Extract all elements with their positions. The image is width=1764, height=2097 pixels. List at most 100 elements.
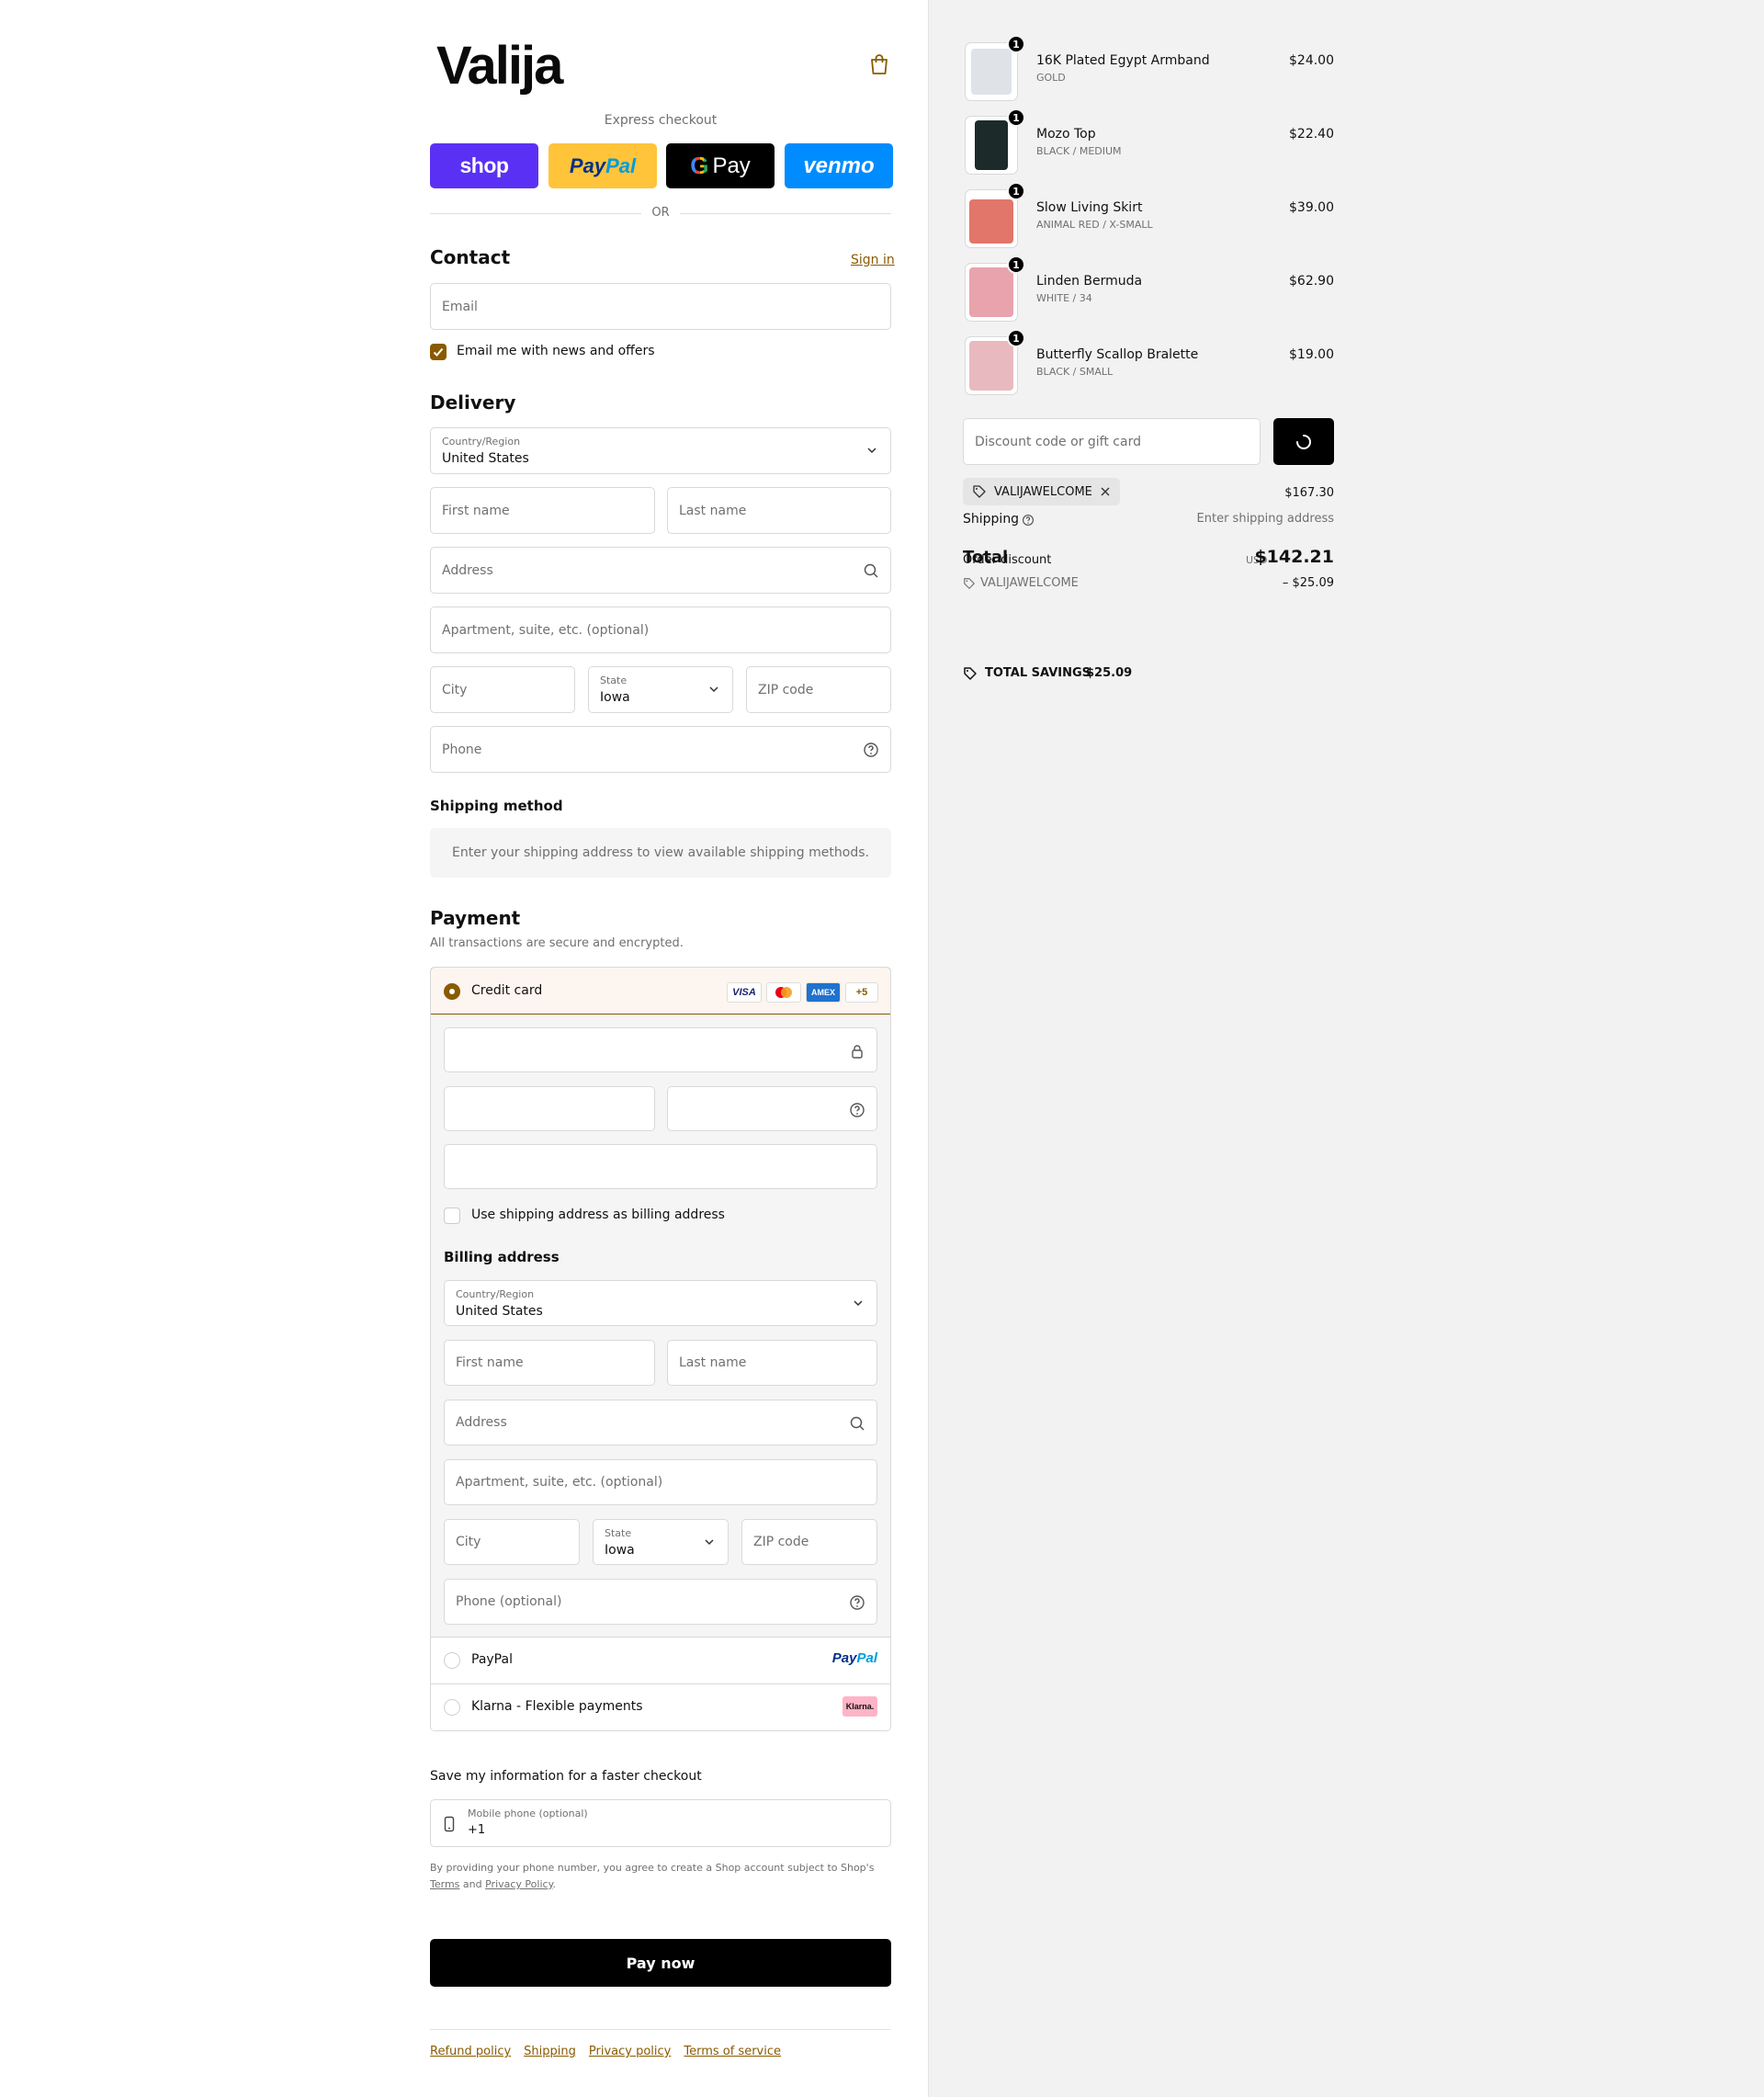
country-label: Country/Region (442, 436, 521, 448)
security-code-input[interactable] (667, 1086, 877, 1131)
email-input[interactable]: Email (430, 283, 891, 330)
cart-item: 1 Slow Living Skirt ANIMAL RED / X-SMALL… (965, 182, 1334, 248)
item-name: Butterfly Scallop Bralette (1036, 347, 1199, 362)
shipping-label: Shipping (963, 512, 1020, 527)
billing-apartment-input[interactable]: Apartment, suite, etc. (optional) (444, 1459, 877, 1505)
close-icon[interactable] (1100, 486, 1111, 497)
first-name-input[interactable]: First name (430, 487, 655, 534)
billing-state-select[interactable]: State Iowa (593, 1519, 729, 1565)
item-name: Mozo Top (1036, 127, 1096, 142)
discount-code-input[interactable]: Discount code or gift card (963, 418, 1261, 465)
address-input[interactable]: Address (430, 547, 891, 594)
help-icon[interactable] (849, 1102, 865, 1118)
privacy-policy-link[interactable]: Privacy Policy (485, 1878, 552, 1890)
shipping-policy-link[interactable]: Shipping (524, 2045, 576, 2058)
klarna-radio[interactable] (444, 1699, 460, 1716)
phone-placeholder: Phone (442, 742, 482, 757)
save-info-title: Save my information for a faster checkou… (430, 1769, 702, 1784)
pay-now-button[interactable]: Pay now (430, 1939, 891, 1987)
expiration-input[interactable] (444, 1086, 655, 1131)
express-checkout-label: Express checkout (604, 113, 718, 128)
shipping-method-message: Enter your shipping address to view avai… (430, 828, 891, 878)
klarna-option[interactable]: Klarna - Flexible payments Klarna. (431, 1684, 890, 1730)
paypal-radio[interactable] (444, 1652, 460, 1669)
billing-phone-placeholder: Phone (optional) (456, 1594, 562, 1609)
zip-input[interactable]: ZIP code (746, 666, 891, 713)
item-variant: ANIMAL RED / X-SMALL (1036, 219, 1153, 231)
privacy-policy-footer-link[interactable]: Privacy policy (589, 2045, 671, 2058)
shop-pay-button[interactable]: shop (430, 143, 538, 188)
paypal-option[interactable]: PayPal PayPal (431, 1638, 890, 1684)
help-icon[interactable] (849, 1594, 865, 1611)
refund-policy-link[interactable]: Refund policy (430, 2045, 511, 2058)
cart-icon[interactable] (869, 53, 889, 75)
spinner-icon (1296, 434, 1311, 449)
credit-card-option[interactable]: Credit card VISA AMEX +5 (431, 968, 890, 1014)
billing-last-name-input[interactable]: Last name (667, 1340, 877, 1386)
item-name: 16K Plated Egypt Armband (1036, 53, 1210, 68)
state-select[interactable]: State Iowa (588, 666, 733, 713)
credit-card-radio[interactable] (444, 983, 460, 1000)
country-value: United States (442, 451, 529, 466)
google-g-icon: G (690, 152, 709, 179)
use-shipping-checkbox[interactable] (444, 1207, 460, 1224)
last-name-input[interactable]: Last name (667, 487, 891, 534)
paypal-logo-a: Pay (569, 153, 606, 177)
billing-zip-input[interactable]: ZIP code (741, 1519, 877, 1565)
quantity-badge: 1 (1007, 255, 1025, 274)
item-price: $24.00 (1289, 53, 1334, 68)
apply-discount-button[interactable] (1273, 418, 1334, 465)
mobile-phone-input[interactable]: Mobile phone (optional) +1 (430, 1799, 891, 1847)
first-name-placeholder: First name (442, 503, 510, 518)
billing-address-input[interactable]: Address (444, 1400, 877, 1445)
billing-country-select[interactable]: Country/Region United States (444, 1280, 877, 1326)
billing-first-name-input[interactable]: First name (444, 1340, 655, 1386)
country-select[interactable]: Country/Region United States (430, 427, 891, 474)
quantity-badge: 1 (1007, 182, 1025, 200)
item-variant: BLACK / SMALL (1036, 366, 1114, 378)
news-checkbox[interactable] (430, 344, 447, 360)
billing-address-placeholder: Address (456, 1415, 507, 1430)
address-placeholder: Address (442, 562, 493, 578)
paypal-logo-a: Pay (831, 1650, 857, 1666)
billing-phone-input[interactable]: Phone (optional) (444, 1579, 877, 1625)
total-value: $142.21 (1254, 547, 1334, 567)
paypal-button[interactable]: Pay Pal (548, 143, 657, 188)
more-cards-badge: +5 (845, 982, 878, 1003)
terms-link[interactable]: Terms (430, 1878, 459, 1890)
card-number-input[interactable] (444, 1027, 877, 1072)
city-input[interactable]: City (430, 666, 575, 713)
item-variant: WHITE / 34 (1036, 292, 1092, 304)
help-icon[interactable] (1022, 514, 1035, 527)
news-label: Email me with news and offers (457, 344, 655, 358)
chevron-down-icon (709, 686, 718, 693)
paypal-logo-b: Pal (856, 1650, 877, 1666)
venmo-button[interactable]: venmo (785, 143, 893, 188)
total-savings-label: TOTAL SAVINGS (985, 666, 1091, 680)
name-on-card-input[interactable] (444, 1144, 877, 1189)
state-label: State (600, 674, 628, 686)
visa-icon: VISA (727, 982, 762, 1003)
paypal-label: PayPal (471, 1652, 513, 1667)
apartment-input[interactable]: Apartment, suite, etc. (optional) (430, 606, 891, 653)
billing-city-placeholder: City (456, 1535, 481, 1549)
save-info-legal: By providing your phone number, you agre… (430, 1860, 891, 1893)
help-icon[interactable] (863, 742, 879, 758)
mastercard-circles (775, 987, 792, 998)
product-image (971, 49, 1012, 95)
mobile-phone-label: Mobile phone (optional) (468, 1808, 588, 1819)
state-value: Iowa (600, 690, 630, 705)
mobile-phone-icon (444, 1816, 455, 1832)
google-pay-button[interactable]: G Pay (666, 143, 775, 188)
terms-of-service-link[interactable]: Terms of service (684, 2045, 781, 2058)
email-placeholder: Email (442, 299, 478, 314)
product-image (969, 341, 1013, 391)
phone-input[interactable]: Phone (430, 726, 891, 773)
klarna-logo: Klarna. (842, 1696, 877, 1717)
check-icon (433, 347, 444, 357)
use-shipping-label: Use shipping address as billing address (471, 1207, 725, 1222)
billing-city-input[interactable]: City (444, 1519, 580, 1565)
brand-logo[interactable]: Valija (436, 35, 563, 96)
item-variant: GOLD (1036, 72, 1066, 84)
sign-in-link[interactable]: Sign in (851, 253, 895, 267)
